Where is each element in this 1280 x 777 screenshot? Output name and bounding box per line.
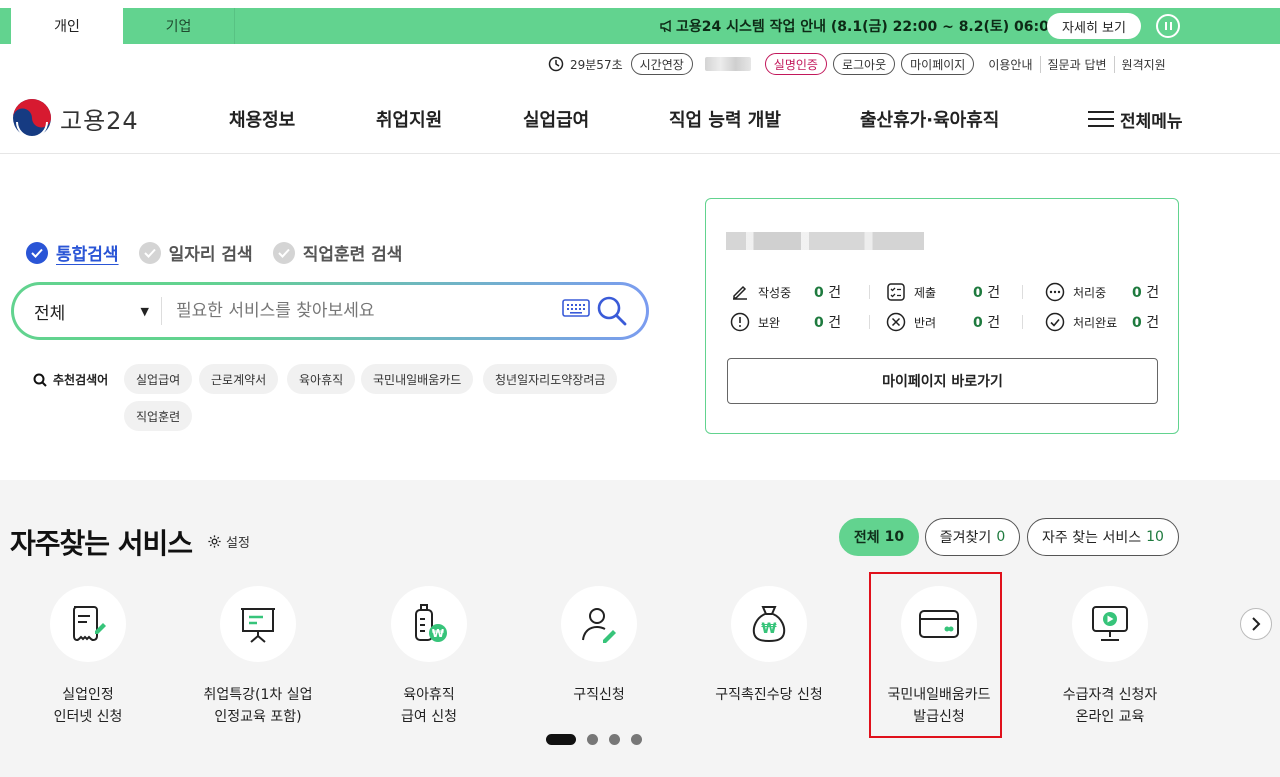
pause-icon[interactable] [1156,14,1180,38]
link-qna[interactable]: 질문과 답변 [1039,55,1114,73]
nav-unemployment-benefit[interactable]: 실업급여 [523,106,589,132]
link-guide[interactable]: 이용안내 [984,56,1039,73]
stat-drafting[interactable]: 작성중 0 건 [730,282,841,302]
service-job-application[interactable]: 구직신청 [519,586,679,706]
nav-jobs[interactable]: 채용정보 [229,106,295,132]
check-circle-icon [138,241,161,264]
stat-processing[interactable]: 처리중 0 건 [1045,282,1159,302]
search-icon[interactable] [596,295,628,327]
notice-text: 고용24 시스템 작업 안내 (8.1(금) 22:00 ~ 8.2(토) 06… [676,19,1066,35]
chip-keyword[interactable]: 직업훈련 [124,401,193,431]
session-timer: 29분57초 [548,56,623,73]
exclamation-icon [730,312,750,332]
chip-keyword[interactable]: 실업급여 [124,364,193,394]
keyboard-icon[interactable] [562,298,590,318]
chip-keyword[interactable]: 청년일자리도약장려금 [483,364,618,394]
tab-personal[interactable]: 개인 [11,8,123,44]
section-title: 자주찾는 서비스 [10,527,193,560]
chip-keyword[interactable]: 근로계약서 [199,364,279,394]
tab-business[interactable]: 기업 [123,8,235,44]
svg-text:₩: ₩ [432,627,444,640]
search-category-select[interactable]: 전체 ▼ [14,297,162,325]
main-header: 고용24 채용정보 취업지원 실업급여 직업 능력 개발 출산휴가·육아휴직 전… [0,88,1280,154]
tab-job-search[interactable]: 일자리 검색 [138,240,253,265]
stat-rejected[interactable]: 반려 0 건 [886,312,1000,332]
search-box: 전체 ▼ [11,282,649,340]
stat-submitted[interactable]: 제출 0 건 [886,282,1000,302]
notice-text-wrap[interactable]: 고용24 시스템 작업 안내 (8.1(금) 22:00 ~ 8.2(토) 06… [660,8,1065,44]
recommend-label: 추천검색어 [33,371,108,388]
filter-all[interactable]: 전체 10 [839,518,919,556]
check-icon [1045,312,1065,332]
logout-button[interactable]: 로그아웃 [832,53,896,75]
filter-favorites[interactable]: 즐겨찾기 0 [925,518,1020,556]
tab-label: 직업훈련 검색 [302,245,403,265]
ellipsis-icon [1045,282,1065,302]
clock-icon [548,56,564,72]
link-remote-support[interactable]: 원격지원 [1113,55,1173,73]
presentation-icon [241,608,275,643]
extend-time-button[interactable]: 시간연장 [630,53,693,75]
logo[interactable]: 고용24 [12,98,139,138]
pagination-dot[interactable] [609,734,620,745]
money-bag-icon: ₩ [752,606,786,643]
chip-keyword[interactable]: 국민내일배움카드 [361,364,474,394]
person-pen-icon [582,608,616,643]
service-online-education[interactable]: 수급자격 신청자 온라인 교육 [1030,586,1190,728]
check-circle-icon [26,241,48,264]
tab-label: 일자리 검색 [168,245,253,265]
megaphone-icon [660,19,671,33]
hamburger-icon [1088,106,1114,132]
baby-bottle-won-icon: ₩ [415,604,447,642]
service-parental-leave-benefit[interactable]: ₩ 육아휴직 급여 신청 [349,586,509,728]
search-tabs: 통합검색 일자리 검색 직업훈련 검색 [26,240,422,265]
check-circle-icon [272,241,295,264]
tab-integrated-search[interactable]: 통합검색 [26,240,119,265]
all-menu-label: 전체메뉴 [1120,111,1183,132]
svg-text:₩: ₩ [761,621,777,637]
filter-frequent[interactable]: 자주 찾는 서비스 10 [1027,518,1179,556]
carousel-pagination [546,734,642,745]
my-status-card: 작성중 0 건 제출 0 건 처리중 0 건 보완 0 건 반려 0 건 처리완… [705,198,1179,434]
selection-highlight-box [869,572,1002,738]
checklist-icon [887,283,905,301]
pagination-dot[interactable] [631,734,642,745]
stat-completed[interactable]: 처리완료 0 건 [1045,312,1159,332]
pencil-icon [733,285,747,300]
user-greeting-blurred [726,232,924,250]
utility-bar: 29분57초 시간연장 실명인증 로그아웃 마이페이지 이용안내 질문과 답변 … [548,52,1173,76]
timer-text: 29분57초 [570,57,623,72]
document-pen-icon [73,606,106,641]
user-name-blurred [704,57,751,71]
pagination-dot[interactable] [587,734,598,745]
dropdown-arrow-icon: ▼ [140,304,149,318]
verify-button[interactable]: 실명인증 [764,53,827,75]
service-job-promotion-allowance[interactable]: ₩ 구직촉진수당 신청 [689,586,849,706]
chevron-right-icon[interactable] [1240,608,1272,640]
nav-employment-support[interactable]: 취업지원 [376,106,442,132]
chip-keyword[interactable]: 육아휴직 [287,364,356,394]
pagination-dot[interactable] [546,734,576,745]
tab-training-search[interactable]: 직업훈련 검색 [272,240,403,265]
notice-bar: 개인 기업 고용24 시스템 작업 안내 (8.1(금) 22:00 ~ 8.2… [0,8,1280,44]
settings-button[interactable]: 설정 [207,532,250,551]
nav-parental-leave[interactable]: 출산휴가·육아휴직 [860,106,999,132]
service-job-lecture[interactable]: 취업특강(1차 실업 인정교육 포함) [178,586,338,728]
all-menu-button[interactable]: 전체메뉴 [1088,106,1183,132]
taegeuk-logo-icon [13,99,51,138]
frequent-services-section: 자주찾는 서비스 설정 전체 10 즐겨찾기 0 자주 찾는 서비스 10 실업인정 … [0,480,1280,777]
monitor-play-icon [1092,606,1128,641]
select-value: 전체 [34,303,66,324]
mypage-shortcut-button[interactable]: 마이페이지 바로가기 [727,358,1158,404]
x-icon [886,312,906,332]
notice-more-button[interactable]: 자세히 보기 [1047,13,1141,39]
nav-skills-development[interactable]: 직업 능력 개발 [669,106,781,132]
logo-text: 고용24 [60,106,139,135]
stat-supplement[interactable]: 보완 0 건 [730,312,841,332]
search-small-icon [33,373,47,387]
mypage-button[interactable]: 마이페이지 [901,53,975,75]
tab-label: 통합검색 [56,245,119,265]
service-unemployment-recognition[interactable]: 실업인정 인터넷 신청 [8,586,168,728]
gear-icon [208,535,221,548]
